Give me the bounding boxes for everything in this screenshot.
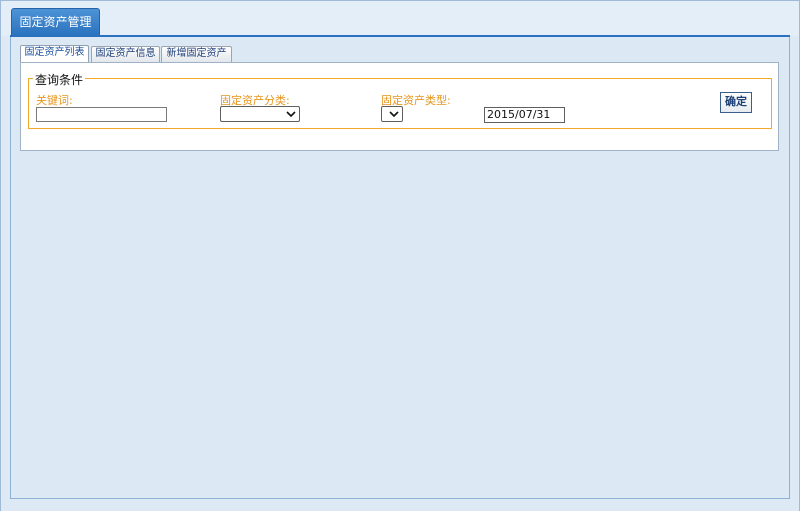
type-select[interactable] [381,106,403,122]
page-edge-left [0,0,1,511]
query-legend: 查询条件 [33,71,86,88]
tab-asset-info[interactable]: 固定资产信息 [91,46,160,62]
confirm-button[interactable]: 确定 [720,92,752,113]
keyword-label: 关键词: [36,94,73,107]
tab-asset-list[interactable]: 固定资产列表 [20,45,89,63]
category-select[interactable] [220,106,300,122]
query-fieldset: 查询条件 关键词: 固定资产分类: 固定资产类型: 2015/07/31 确定 [28,71,772,129]
keyword-input[interactable] [36,107,167,122]
chevron-down-icon [286,111,296,118]
header-bar [0,0,800,36]
query-panel: 查询条件 关键词: 固定资产分类: 固定资产类型: 2015/07/31 确定 [20,62,779,151]
date-input[interactable]: 2015/07/31 [484,107,565,123]
tab-fixed-asset-management[interactable]: 固定资产管理 [11,8,100,36]
chevron-down-icon [389,111,399,118]
tab-add-asset[interactable]: 新增固定资产 [161,46,232,62]
